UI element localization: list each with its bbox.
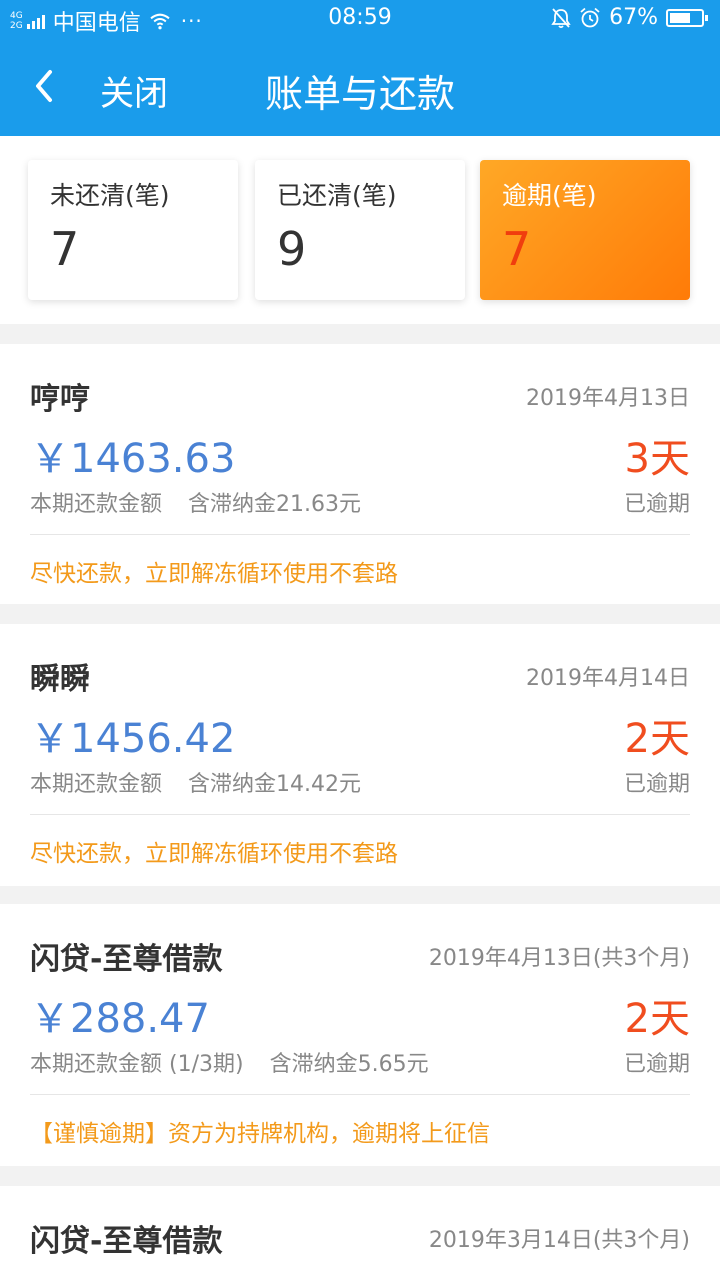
repay-amount: ￥288.47 [30, 996, 210, 1042]
late-fee: 含滞纳金14.42元 [188, 772, 361, 797]
amount-caption: 本期还款金额 含滞纳金21.63元 [30, 492, 361, 517]
stat-value: 7 [50, 222, 80, 276]
summary-panel: 未还清(笔) 7 已还清(笔) 9 逾期(笔) 7 [0, 136, 720, 324]
overdue-status: 已逾期 [623, 492, 690, 517]
overdue-status: 已逾期 [623, 772, 690, 797]
repay-tip: 尽快还款，立即解冻循环使用不套路 [30, 841, 398, 867]
amount-caption: 本期还款金额 (1/3期) 含滞纳金5.65元 [30, 1052, 429, 1077]
alarm-icon [580, 7, 600, 27]
battery-percent: 67% [609, 5, 658, 30]
overdue-days: 2天 [624, 716, 690, 762]
due-date: 2019年4月13日 [526, 386, 690, 411]
stat-label: 未还清(笔) [50, 181, 170, 210]
bill-card[interactable]: 闪贷-至尊借款 2019年3月14日(共3个月) [0, 1186, 720, 1280]
repay-amount: ￥1463.63 [30, 436, 236, 482]
stat-value: 9 [277, 222, 307, 276]
bill-card[interactable]: 闪贷-至尊借款 2019年4月13日(共3个月) ￥288.47 2天 本期还款… [0, 904, 720, 1166]
amount-caption: 本期还款金额 含滞纳金14.42元 [30, 772, 361, 797]
bill-card[interactable]: 瞬瞬 2019年4月14日 ￥1456.42 2天 本期还款金额 含滞纳金14.4… [0, 624, 720, 886]
divider [30, 534, 690, 535]
page-title: 账单与还款 [264, 72, 455, 116]
late-fee: 含滞纳金21.63元 [188, 492, 361, 517]
lender-name: 闪贷-至尊借款 [30, 942, 223, 977]
lender-name: 闪贷-至尊借款 [30, 1224, 223, 1259]
overdue-status: 已逾期 [623, 1052, 690, 1077]
status-bar: 4G 2G 中国电信 ··· 08:59 67% [0, 0, 720, 38]
bill-card[interactable]: 哼哼 2019年4月13日 ￥1463.63 3天 本期还款金额 含滞纳金21.6… [0, 344, 720, 604]
overdue-days: 2天 [624, 996, 690, 1042]
repay-tip: 【谨慎逾期】资方为持牌机构，逾期将上征信 [30, 1121, 490, 1147]
app-header: 4G 2G 中国电信 ··· 08:59 67% 关闭 账单与还款 [0, 0, 720, 136]
due-date: 2019年3月14日(共3个月) [428, 1228, 690, 1253]
bell-muted-icon [551, 7, 571, 28]
stat-card-paid[interactable]: 已还清(笔) 9 [255, 160, 465, 300]
stat-card-overdue[interactable]: 逾期(笔) 7 [480, 160, 690, 300]
due-date: 2019年4月14日 [526, 666, 690, 691]
late-fee: 含滞纳金5.65元 [269, 1052, 429, 1077]
stat-label: 逾期(笔) [502, 181, 597, 210]
stat-value: 7 [502, 222, 532, 276]
stat-label: 已还清(笔) [277, 181, 397, 210]
divider [30, 1094, 690, 1095]
battery-icon [666, 8, 708, 27]
divider [30, 814, 690, 815]
due-date: 2019年4月13日(共3个月) [428, 946, 690, 971]
overdue-days: 3天 [624, 436, 690, 482]
lender-name: 瞬瞬 [30, 662, 90, 697]
repay-tip: 尽快还款，立即解冻循环使用不套路 [30, 561, 398, 587]
nav-bar: 关闭 账单与还款 [0, 38, 720, 136]
lender-name: 哼哼 [30, 382, 90, 417]
repay-amount: ￥1456.42 [30, 716, 236, 762]
stat-card-unpaid[interactable]: 未还清(笔) 7 [28, 160, 238, 300]
